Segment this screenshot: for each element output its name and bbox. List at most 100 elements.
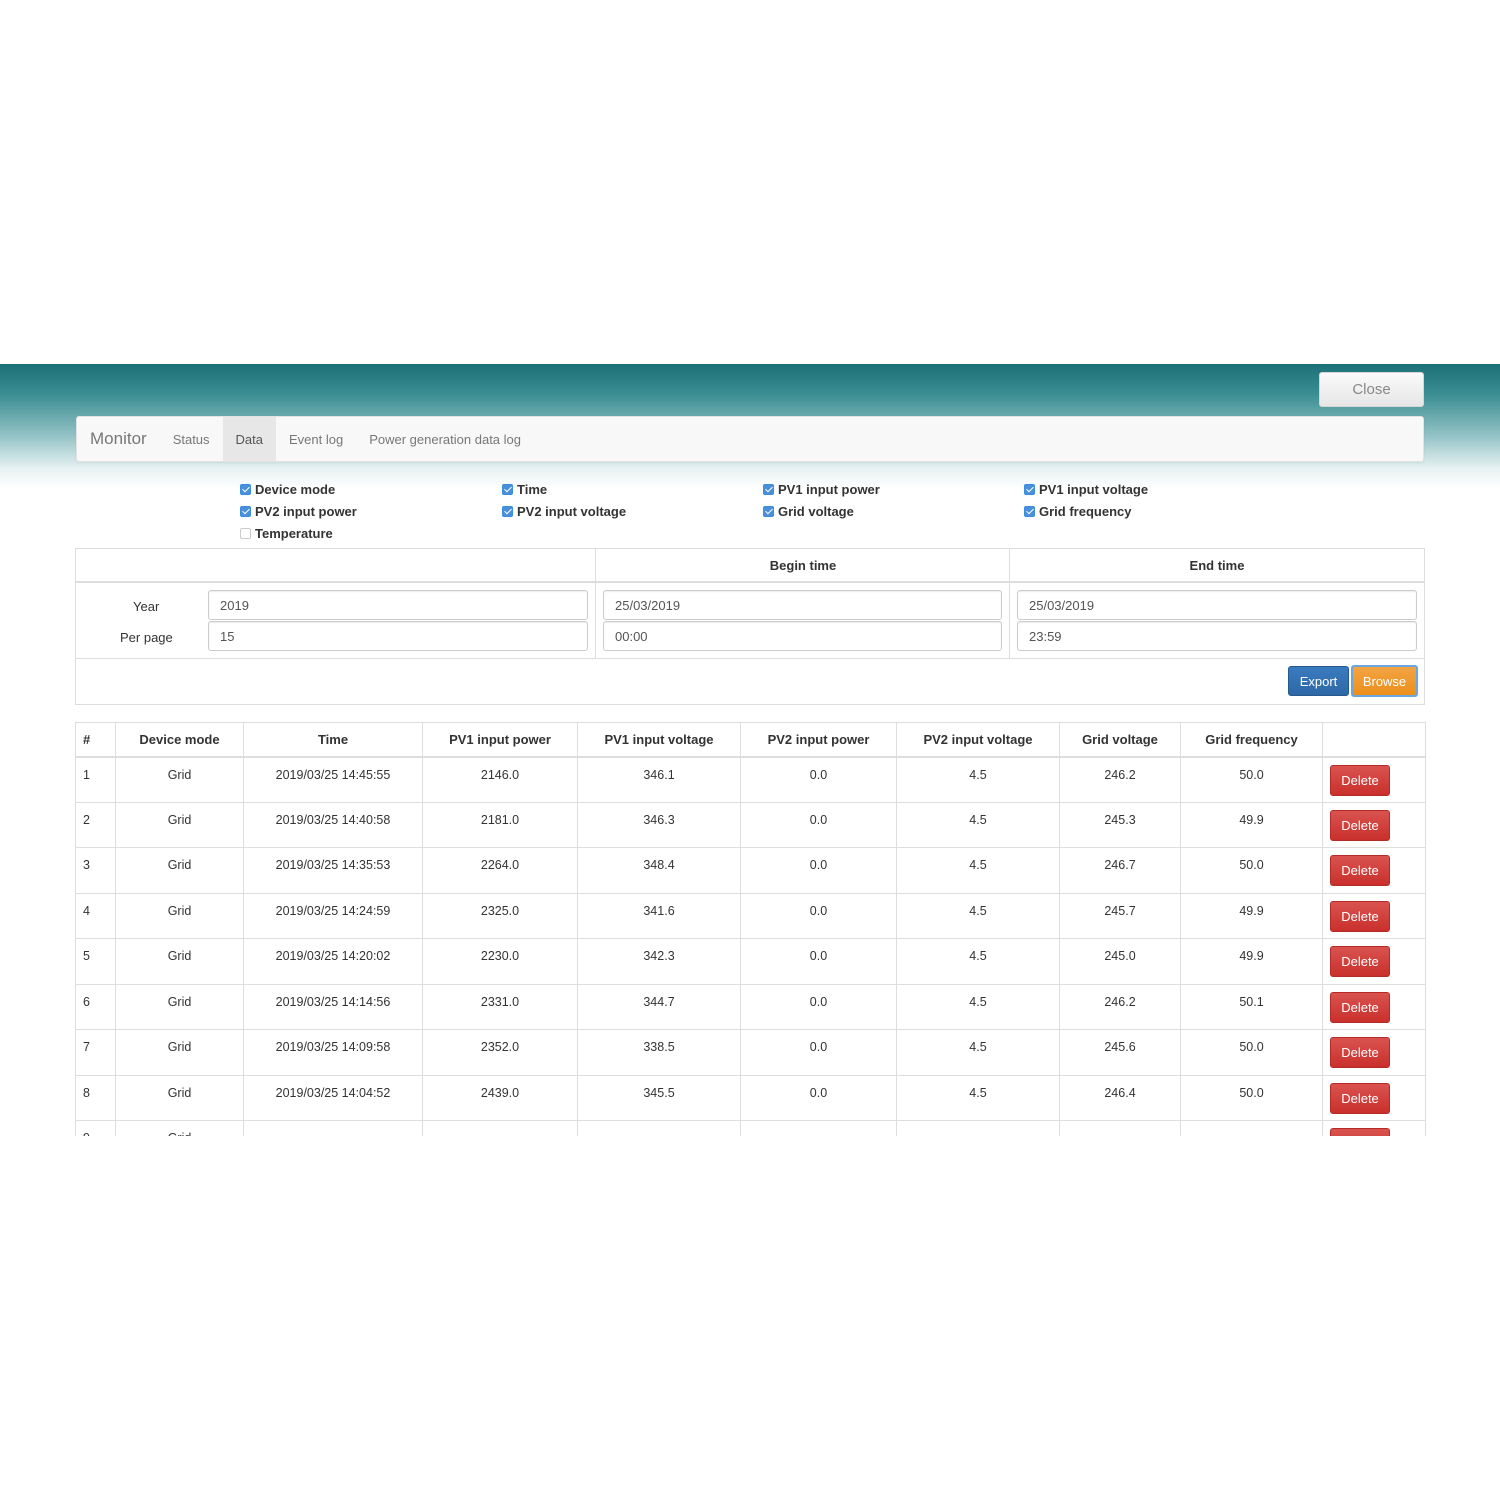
checkbox-checked-icon[interactable]	[240, 484, 251, 495]
table-cell: 246.2	[1059, 756, 1181, 803]
table-cell: 2230.0	[422, 938, 578, 985]
delete-button[interactable]: Delete	[1330, 764, 1390, 796]
table-cell: Grid	[115, 938, 244, 985]
close-button[interactable]: Close	[1319, 372, 1424, 407]
begin-time-input[interactable]: 00:00	[603, 621, 1002, 651]
table-cell: 341.6	[577, 892, 741, 939]
delete-button[interactable]: Delete	[1330, 809, 1390, 841]
table-cell: 245.0	[1059, 938, 1181, 985]
delete-button[interactable]: Delete	[1330, 991, 1390, 1023]
table-cell: 2264.0	[422, 847, 578, 894]
delete-button[interactable]: Delete	[1330, 855, 1390, 886]
year-input[interactable]: 2019	[208, 590, 588, 620]
checkbox-checked-icon[interactable]	[1024, 484, 1035, 495]
table-cell: 49.9	[1180, 938, 1323, 985]
checkbox-grid-voltage[interactable]: Grid voltage	[763, 504, 854, 519]
column-header: Time	[243, 722, 423, 758]
delete-button[interactable]: Delete	[1330, 1128, 1390, 1136]
query-header-blank	[76, 549, 596, 583]
table-cell: 2019/03/25 14:24:59	[243, 892, 423, 939]
table-cell: 2181.0	[422, 801, 578, 848]
table-cell	[422, 1120, 578, 1136]
checkbox-grid-frequency[interactable]: Grid frequency	[1024, 504, 1131, 519]
table-cell: 246.7	[1059, 847, 1181, 894]
table-cell: 2331.0	[422, 983, 578, 1030]
table-cell: 0.0	[740, 938, 897, 985]
table-cell: 0.0	[740, 756, 897, 803]
table-cell: Grid	[115, 1120, 244, 1136]
checkbox-checked-icon[interactable]	[763, 484, 774, 495]
table-action-cell: Delete	[1322, 847, 1426, 894]
table-cell: 2325.0	[422, 892, 578, 939]
table-cell: 245.3	[1059, 801, 1181, 848]
checkbox-checked-icon[interactable]	[1024, 506, 1035, 517]
table-cell: 4.5	[896, 847, 1060, 894]
checkbox-checked-icon[interactable]	[763, 506, 774, 517]
delete-button[interactable]: Delete	[1330, 946, 1390, 977]
navbar-brand[interactable]: Monitor	[77, 417, 160, 461]
tab-status[interactable]: Status	[160, 417, 223, 461]
query-form: Begin time End time Year Per page 2019 1…	[75, 548, 1425, 705]
column-header: Grid voltage	[1059, 722, 1181, 758]
checkbox-time[interactable]: Time	[502, 482, 547, 497]
checkbox-pv2-input-voltage[interactable]: PV2 input voltage	[502, 504, 626, 519]
checkbox-temperature[interactable]: Temperature	[240, 526, 333, 541]
table-cell: 2352.0	[422, 1029, 578, 1076]
delete-button[interactable]: Delete	[1330, 1037, 1390, 1068]
column-header: PV1 input power	[422, 722, 578, 758]
table-row: 1 Grid 2019/03/25 14:45:55 2146.0 346.1 0.0 4.…	[75, 756, 1426, 803]
table-cell: 246.4	[1059, 1074, 1181, 1121]
end-date-input[interactable]: 25/03/2019	[1017, 590, 1417, 620]
tab-data[interactable]: Data	[222, 417, 277, 461]
table-cell: 2439.0	[422, 1074, 578, 1121]
data-log-table: # Device mode Time PV1 input power PV1 i…	[75, 722, 1426, 1136]
end-time-header: End time	[1010, 549, 1424, 583]
table-cell: 50.0	[1180, 1074, 1323, 1121]
begin-date-input[interactable]: 25/03/2019	[603, 590, 1002, 620]
table-cell: 338.5	[577, 1029, 741, 1076]
delete-button[interactable]: Delete	[1330, 1082, 1390, 1114]
tab-event-log[interactable]: Event log	[276, 417, 356, 461]
column-header: PV2 input power	[740, 722, 897, 758]
table-row: 3 Grid 2019/03/25 14:35:53 2264.0 348.4 0.0 4.…	[75, 847, 1426, 894]
checkbox-device-mode[interactable]: Device mode	[240, 482, 335, 497]
table-cell: Grid	[115, 756, 244, 803]
checkbox-pv2-input-power[interactable]: PV2 input power	[240, 504, 357, 519]
end-time-input[interactable]: 23:59	[1017, 621, 1417, 651]
checkbox-checked-icon[interactable]	[502, 506, 513, 517]
table-action-cell: Delete	[1322, 938, 1426, 985]
checkbox-pv1-input-voltage[interactable]: PV1 input voltage	[1024, 482, 1148, 497]
table-cell: Grid	[115, 983, 244, 1030]
browse-button[interactable]: Browse	[1351, 665, 1418, 697]
table-cell: 50.0	[1180, 1029, 1323, 1076]
table-row: 7 Grid 2019/03/25 14:09:58 2352.0 338.5 0.0 4.…	[75, 1029, 1426, 1076]
table-cell	[577, 1120, 741, 1136]
delete-button[interactable]: Delete	[1330, 900, 1390, 932]
table-row: 9Grid Delete	[75, 1120, 1426, 1136]
table-cell: 8	[75, 1074, 116, 1121]
per-page-label: Per page	[120, 630, 173, 645]
export-button[interactable]: Export	[1288, 666, 1349, 696]
column-header: PV2 input voltage	[896, 722, 1060, 758]
per-page-input[interactable]: 15	[208, 621, 588, 651]
table-cell: 0.0	[740, 892, 897, 939]
table-cell: 4	[75, 892, 116, 939]
table-action-cell: Delete	[1322, 1029, 1426, 1076]
table-cell: 342.3	[577, 938, 741, 985]
table-cell: Grid	[115, 801, 244, 848]
column-header	[1322, 722, 1426, 758]
checkbox-checked-icon[interactable]	[502, 484, 513, 495]
table-row: 6 Grid 2019/03/25 14:14:56 2331.0 344.7 0.0 4.…	[75, 983, 1426, 1030]
table-cell: 0.0	[740, 847, 897, 894]
table-cell: 2019/03/25 14:04:52	[243, 1074, 423, 1121]
table-row: 4 Grid 2019/03/25 14:24:59 2325.0 341.6 0.0 4.…	[75, 892, 1426, 939]
table-cell: 50.0	[1180, 756, 1323, 803]
checkbox-unchecked-icon[interactable]	[240, 528, 251, 539]
checkbox-checked-icon[interactable]	[240, 506, 251, 517]
table-cell: 345.5	[577, 1074, 741, 1121]
year-label: Year	[133, 599, 160, 614]
tab-power-generation-data-log[interactable]: Power generation data log	[356, 417, 534, 461]
table-cell: 4.5	[896, 1029, 1060, 1076]
checkbox-pv1-input-power[interactable]: PV1 input power	[763, 482, 880, 497]
table-cell: 2019/03/25 14:14:56	[243, 983, 423, 1030]
